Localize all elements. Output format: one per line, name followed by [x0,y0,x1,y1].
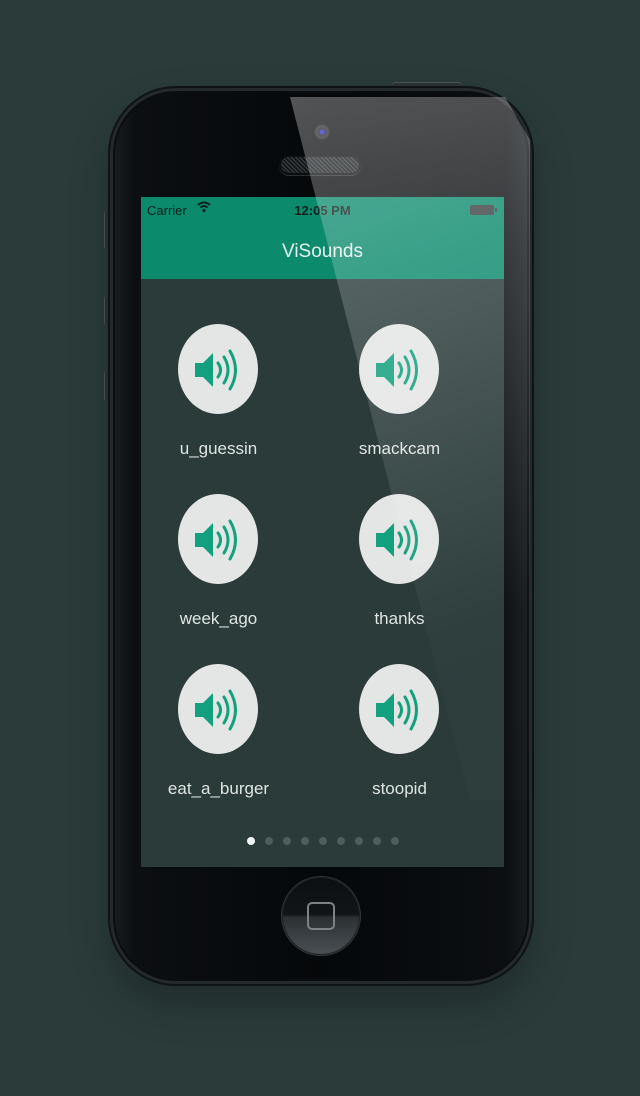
sound-label: eat_a_burger [167,779,270,798]
front-camera [314,124,330,140]
page-dot[interactable] [390,837,399,845]
play-sound-button[interactable] [359,324,439,414]
page-dot[interactable] [336,837,345,845]
page-dot[interactable] [372,837,381,845]
earpiece-speaker [281,157,359,173]
speaker-volume-icon [376,519,418,561]
sound-item: thanks [322,449,472,628]
play-sound-button[interactable] [178,494,258,584]
page-dot[interactable] [300,837,309,845]
play-sound-button[interactable] [178,664,258,754]
navigation-bar: Carrier 12:05 PM ViSounds [141,197,504,279]
sound-grid: u_guessin smackcam week_ago thanks eat_a_bur… [141,279,504,839]
play-sound-button[interactable] [178,324,258,414]
status-bar: Carrier 12:05 PM [141,197,504,223]
play-sound-button[interactable] [359,664,439,754]
page-control[interactable] [141,837,504,847]
sound-item: week_ago [141,449,291,628]
sound-item: u_guessin [141,279,291,458]
status-time: 12:05 PM [294,203,351,218]
app-title: ViSounds [282,241,363,262]
page-dot[interactable] [246,837,255,845]
page-dot[interactable] [282,837,291,845]
speaker-volume-icon [195,689,237,731]
sound-item: eat_a_burger [141,619,291,798]
sound-item: smackcam [322,279,472,458]
home-button[interactable] [282,877,360,955]
speaker-volume-icon [376,689,418,731]
battery-icon [470,205,497,215]
page-dot[interactable] [318,837,327,845]
speaker-volume-icon [376,349,418,391]
sound-label: stoopid [372,779,427,798]
home-square-icon [307,902,335,930]
play-sound-button[interactable] [359,494,439,584]
sound-item: stoopid [322,619,472,798]
speaker-volume-icon [195,349,237,391]
page-dot[interactable] [354,837,363,845]
app-screen: Carrier 12:05 PM ViSounds u_guessin smack… [141,197,504,867]
speaker-volume-icon [195,519,237,561]
page-dot[interactable] [264,837,273,845]
